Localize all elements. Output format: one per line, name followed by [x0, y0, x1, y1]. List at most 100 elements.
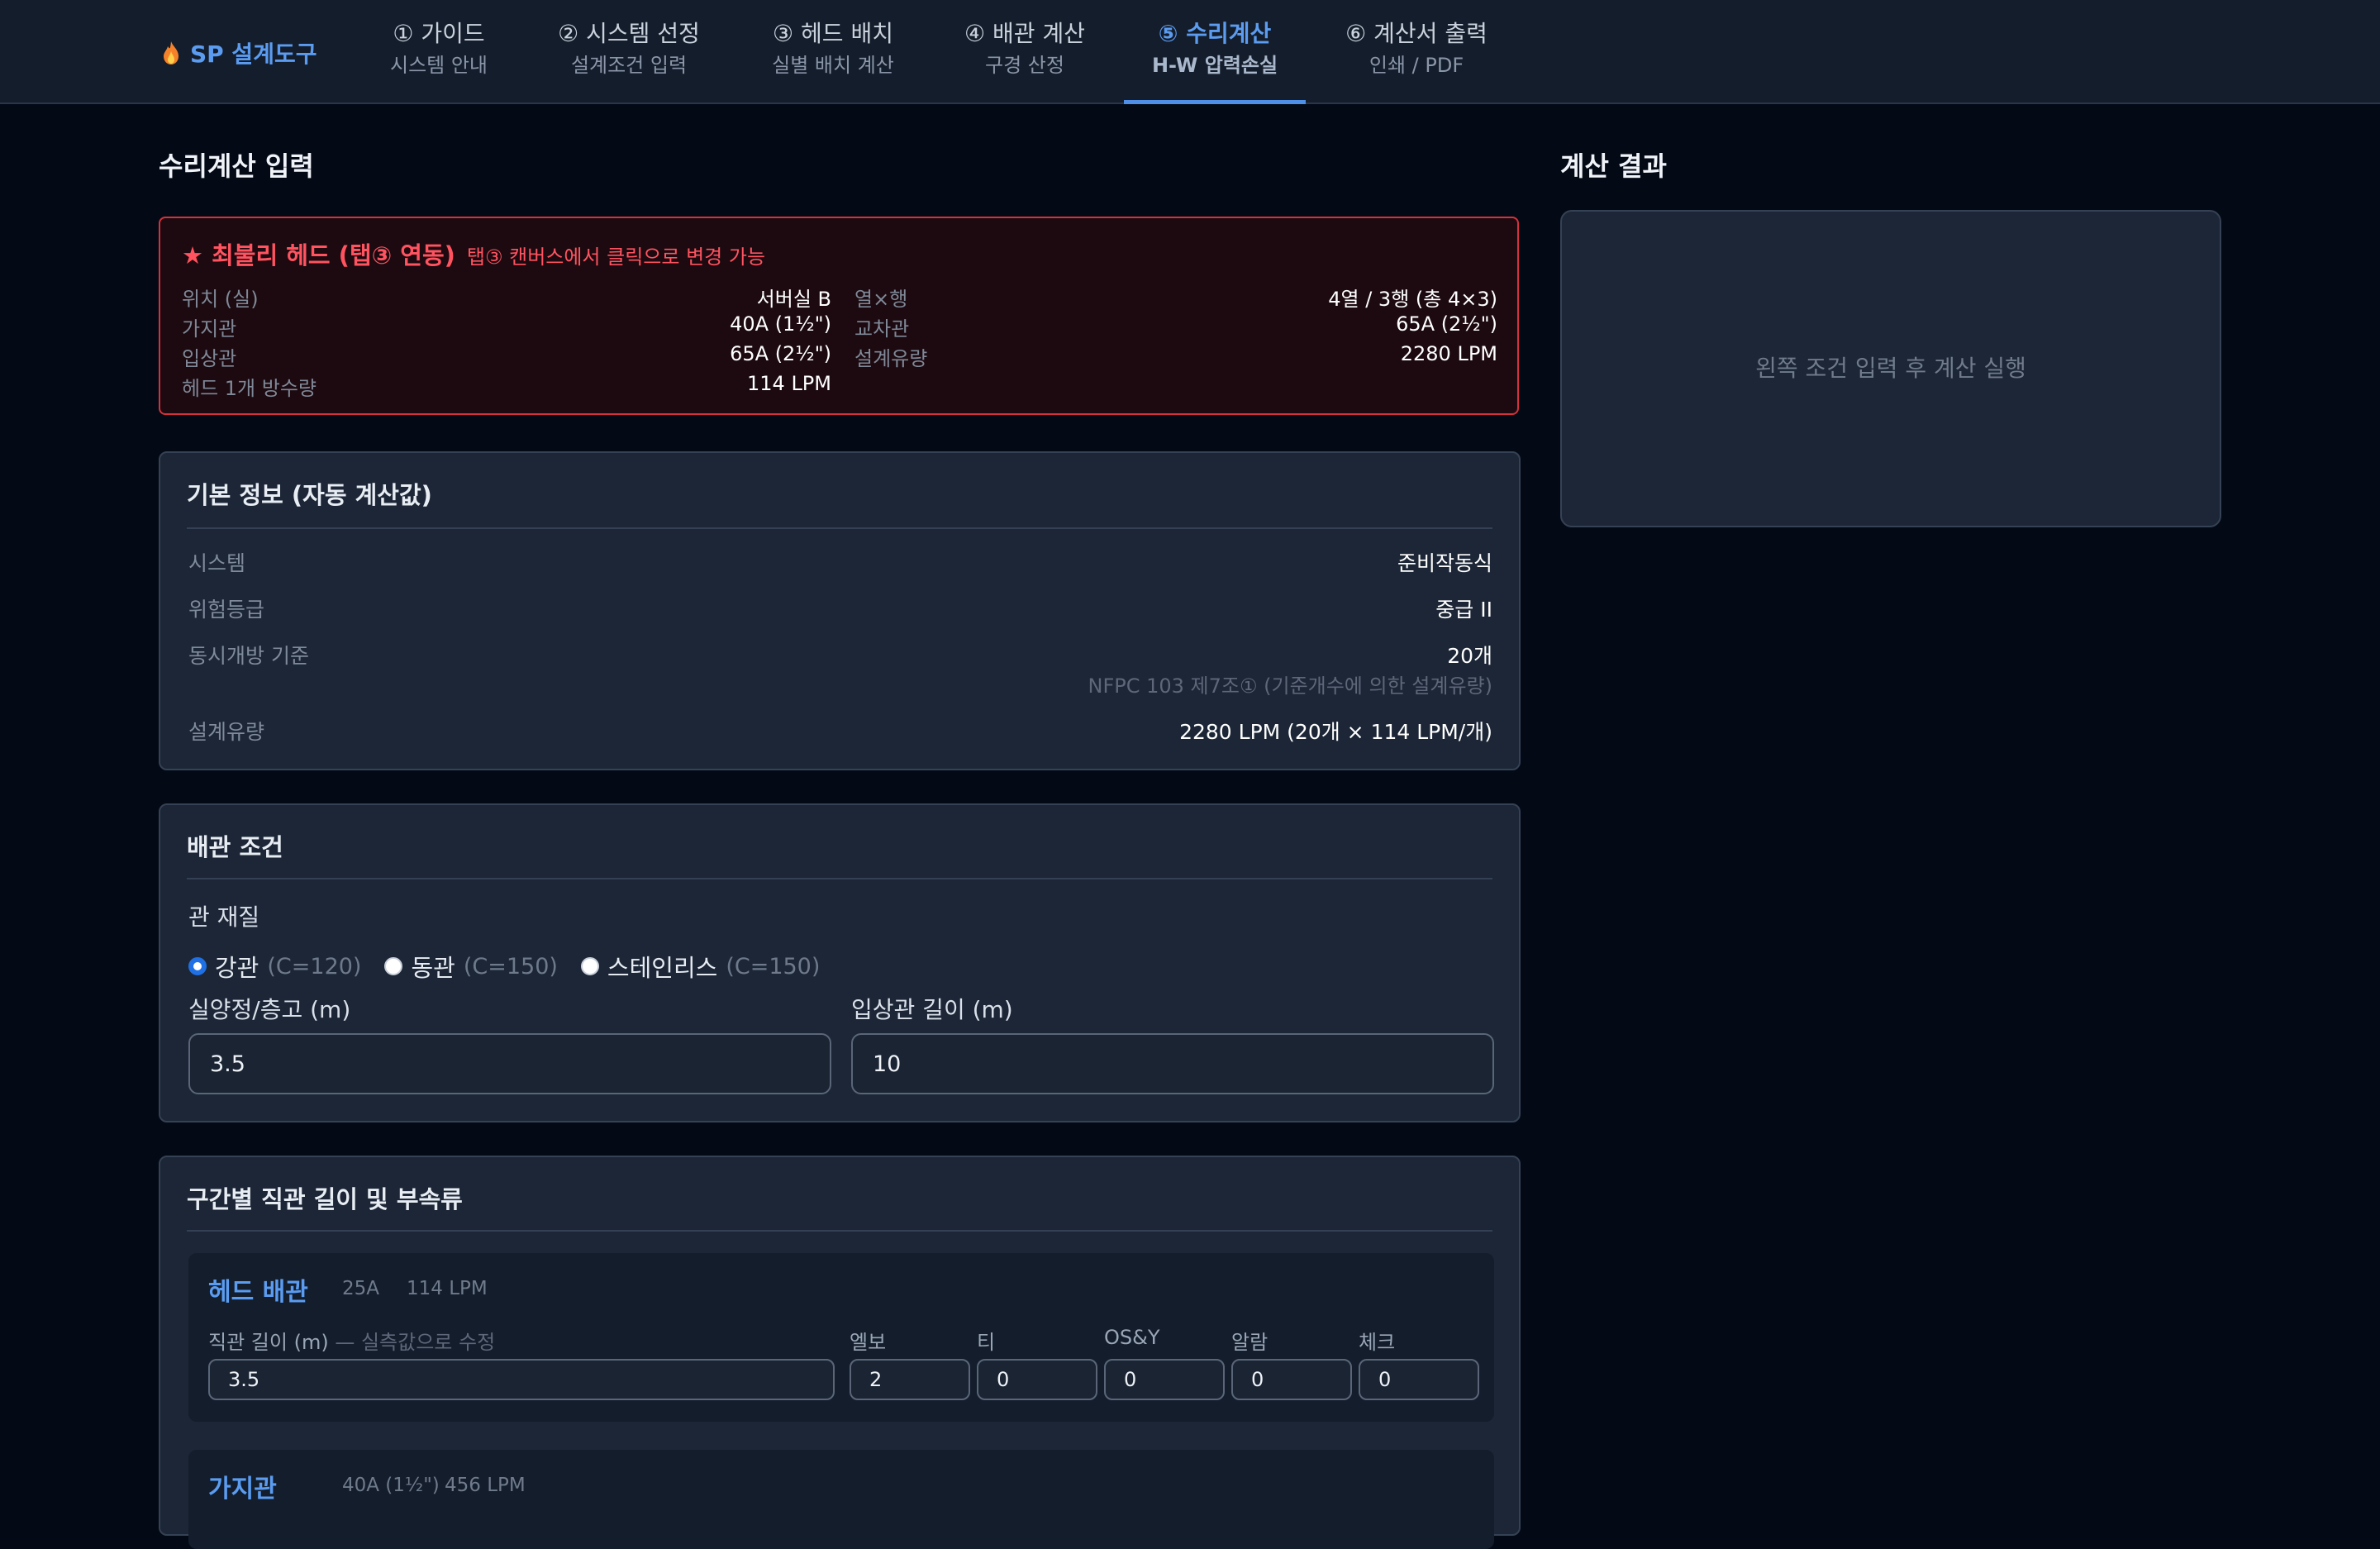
material-name: 스테인리스 [607, 954, 718, 982]
alarm-input[interactable]: 0 [1231, 1359, 1352, 1400]
riser-value: 65A (2½") [730, 342, 831, 365]
system-value: 준비작동식 [1397, 551, 1492, 575]
tab-report-print[interactable]: ⑥ 계산서 출력 인쇄 / PDF [1335, 17, 1497, 102]
branch-pipe-value: 40A (1½") [730, 312, 831, 336]
radio-checked-icon[interactable] [188, 957, 207, 975]
input-section-title: 수리계산 입력 [159, 150, 314, 182]
location-label: 위치 (실) [182, 288, 259, 311]
system-label: 시스템 [188, 551, 246, 575]
simultaneous-value: 20개 [1447, 644, 1492, 668]
head-discharge-label: 헤드 1개 방수량 [182, 377, 317, 400]
tab-title: ⑤ 수리계산 [1158, 20, 1272, 47]
height-input[interactable]: 3.5 [188, 1033, 831, 1094]
material-coef: (C=150) [726, 953, 821, 979]
radio-unchecked-icon[interactable] [580, 957, 599, 975]
check-input[interactable]: 0 [1359, 1359, 1479, 1400]
tab-pipe-calc[interactable]: ④ 배관 계산 구경 산정 [955, 17, 1094, 102]
osy-label: OS&Y [1104, 1326, 1160, 1349]
tab-title: ④ 배관 계산 [964, 20, 1085, 47]
worst-head-panel: ★ 최불리 헤드 (탭③ 연동) 탭③ 캔버스에서 클릭으로 변경 가능 위치 (… [159, 217, 1519, 415]
hazard-label: 위험등급 [188, 598, 265, 622]
branch-pipe-title: 가지관 [208, 1475, 277, 1504]
material-stainless-radio[interactable]: 스테인리스 (C=150) [580, 949, 821, 984]
flame-icon [164, 41, 178, 64]
hazard-value: 중급 II [1435, 598, 1492, 622]
tab-subtitle: 시스템 안내 [389, 54, 488, 77]
cross-main-value: 65A (2½") [1396, 312, 1497, 336]
elbow-input[interactable]: 2 [850, 1359, 970, 1400]
osy-input[interactable]: 0 [1104, 1359, 1225, 1400]
material-steel-radio[interactable]: 강관 (C=120) [188, 949, 361, 984]
design-flow-label: 설계유량 [854, 347, 928, 370]
tab-subtitle: 설계조건 입력 [570, 54, 688, 77]
result-panel: 왼쪽 조건 입력 후 계산 실행 [1560, 210, 2221, 527]
pipe-length-hint: — 실측값으로 수정 [335, 1331, 496, 1354]
section-lengths-card: 구간별 직관 길이 및 부속류 헤드 배관 25A 114 LPM 직관 길이 … [159, 1156, 1521, 1549]
pipe-length-label: 직관 길이 (m) — 실측값으로 수정 [208, 1326, 495, 1355]
material-coef: (C=150) [463, 953, 558, 979]
alarm-label: 알람 [1231, 1331, 1269, 1354]
tab-system-select[interactable]: ② 시스템 선정 설계조건 입력 [549, 17, 709, 102]
tab-hydraulic-calc[interactable]: ⑤ 수리계산 H-W 압력손실 [1124, 17, 1306, 104]
head-pipe-flow: 114 LPM [407, 1278, 488, 1299]
col-row-label: 열×행 [854, 288, 908, 311]
material-coef: (C=120) [267, 953, 362, 979]
head-pipe-section: 헤드 배관 25A 114 LPM 직관 길이 (m) — 실측값으로 수정 3… [188, 1253, 1494, 1422]
head-discharge-value: 114 LPM [747, 372, 831, 395]
pipe-conditions-title: 배관 조건 [187, 833, 283, 861]
tee-input[interactable]: 0 [977, 1359, 1097, 1400]
worst-head-note: 탭③ 캔버스에서 클릭으로 변경 가능 [466, 245, 766, 269]
basic-info-title: 기본 정보 (자동 계산값) [187, 481, 432, 509]
tab-subtitle: H-W 압력손실 [1151, 54, 1278, 77]
result-placeholder: 왼쪽 조건 입력 후 계산 실행 [1755, 355, 2026, 382]
branch-pipe-section: 가지관 40A (1½") 456 LPM [188, 1450, 1494, 1549]
tab-guide[interactable]: ① 가이드 시스템 안내 [385, 17, 493, 102]
check-label: 체크 [1359, 1331, 1396, 1354]
app-name: SP 설계도구 [190, 41, 317, 68]
worst-head-heading: ★ 최불리 헤드 (탭③ 연동) [182, 241, 455, 269]
cross-main-label: 교차관 [854, 317, 910, 341]
tab-title: ② 시스템 선정 [558, 20, 700, 47]
material-radio-group: 강관 (C=120) 동관 (C=150) 스테인리스 (C=150) [188, 949, 820, 984]
tab-title: ⑥ 계산서 출력 [1345, 20, 1488, 47]
col-row-value: 4열 / 3행 (총 4×3) [1328, 288, 1497, 311]
top-nav: SP 설계도구 ① 가이드 시스템 안내 ② 시스템 선정 설계조건 입력 ③ … [0, 0, 2380, 104]
riser-label: 입상관 [182, 347, 237, 370]
height-label: 실양정/층고 (m) [188, 996, 351, 1023]
head-pipe-size: 25A [342, 1278, 380, 1299]
result-section-title: 계산 결과 [1560, 150, 1667, 182]
tab-head-layout[interactable]: ③ 헤드 배치 실별 배치 계산 [764, 17, 902, 102]
basic-info-card: 기본 정보 (자동 계산값) 시스템 준비작동식 위험등급 중급 II 동시개방… [159, 451, 1521, 770]
radio-unchecked-icon[interactable] [384, 957, 403, 975]
design-flow-value: 2280 LPM (20개 × 114 LPM/개) [1179, 720, 1492, 744]
tab-title: ① 가이드 [393, 20, 485, 47]
design-flow-label: 설계유량 [188, 720, 265, 744]
head-pipe-title: 헤드 배관 [208, 1278, 308, 1307]
material-copper-radio[interactable]: 동관 (C=150) [384, 949, 558, 984]
branch-pipe-label: 가지관 [182, 317, 237, 341]
material-name: 동관 [411, 954, 455, 982]
branch-pipe-size: 40A (1½") [342, 1475, 440, 1496]
divider [187, 527, 1492, 529]
material-name: 강관 [215, 954, 259, 982]
tab-title: ③ 헤드 배치 [773, 20, 893, 47]
pipe-length-label-text: 직관 길이 (m) [208, 1331, 329, 1354]
branch-pipe-flow: 456 LPM [445, 1475, 526, 1496]
simultaneous-label: 동시개방 기준 [188, 644, 309, 668]
pipe-length-input[interactable]: 3.5 [208, 1359, 835, 1400]
riser-length-label: 입상관 길이 (m) [851, 996, 1013, 1023]
tee-label: 티 [977, 1331, 996, 1354]
worst-head-title: ★ 최불리 헤드 (탭③ 연동) 탭③ 캔버스에서 클릭으로 변경 가능 [182, 236, 765, 271]
section-lengths-title: 구간별 직관 길이 및 부속류 [187, 1185, 463, 1213]
tab-subtitle: 실별 배치 계산 [772, 54, 894, 77]
tab-subtitle: 구경 산정 [985, 54, 1064, 77]
elbow-label: 엘보 [850, 1331, 887, 1354]
tab-subtitle: 인쇄 / PDF [1368, 54, 1464, 77]
divider [187, 878, 1492, 879]
divider [187, 1230, 1492, 1232]
material-label: 관 재질 [188, 903, 260, 931]
app-logo[interactable]: SP 설계도구 [162, 35, 317, 71]
design-flow-value: 2280 LPM [1400, 342, 1497, 365]
simultaneous-basis: NFPC 103 제7조① (기준개수에 의한 설계유량) [1088, 674, 1493, 698]
riser-length-input[interactable]: 10 [851, 1033, 1494, 1094]
